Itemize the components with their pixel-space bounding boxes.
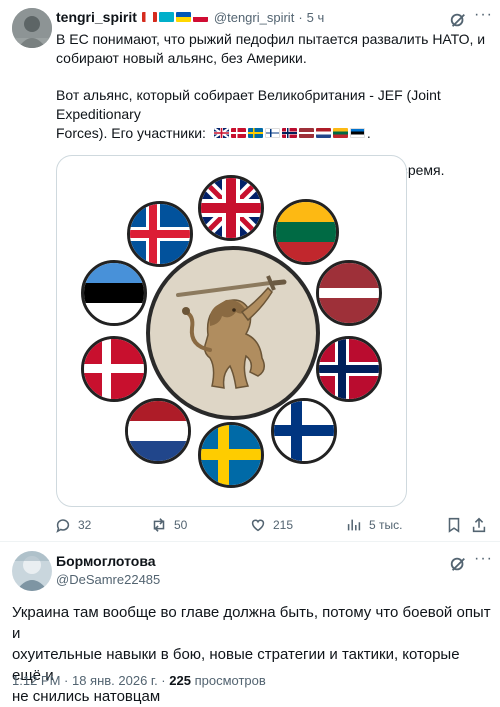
estonia-flag-icon	[349, 128, 365, 138]
lion-sword-icon	[176, 275, 287, 389]
uk-flag-circle	[198, 175, 264, 241]
retweet-button[interactable]: 50	[150, 516, 187, 534]
uk-flag-icon	[213, 128, 229, 138]
participant-flags	[213, 128, 367, 138]
iceland-flag-circle	[127, 201, 193, 267]
bookmark-button[interactable]	[445, 516, 463, 534]
separator-dot: ·	[298, 9, 303, 25]
netherlands-flag-circle	[125, 398, 191, 464]
tweet-text-line-2: собирают новый альянс, без Америки.	[56, 50, 307, 66]
reply-more-options-icon[interactable]: ···	[474, 550, 493, 568]
canada-flag-icon	[141, 12, 157, 22]
tweet-text-line-3: Вот альянс, который собирает Великобрита…	[56, 87, 441, 122]
lithuania-flag-icon	[332, 128, 348, 138]
author-name[interactable]: tengri_spirit	[56, 9, 137, 25]
share-icon	[472, 517, 486, 533]
tweet-image-card[interactable]	[56, 155, 407, 507]
norway-flag-icon	[281, 128, 297, 138]
flag-emojis	[141, 12, 210, 22]
reply-views-count: 225	[169, 673, 191, 688]
participants-label: Forces). Его участники:	[56, 125, 206, 141]
reply-author-name[interactable]: Бормоглотова	[56, 553, 156, 569]
finland-flag-circle	[271, 398, 337, 464]
reply-icon	[56, 519, 70, 533]
reply-count: 32	[78, 518, 92, 532]
views-count: 5 тыс.	[369, 518, 403, 532]
reply-timestamp[interactable]: 1:12 PM · 18 янв. 2026 г. ·	[12, 673, 169, 688]
kazakhstan-flag-icon	[158, 12, 174, 22]
retweet-count: 50	[174, 518, 188, 532]
denmark-flag-circle	[81, 336, 147, 402]
reply-views-label: просмотров	[190, 673, 266, 688]
retweet-icon	[153, 518, 165, 532]
reply-button[interactable]: 32	[54, 516, 91, 534]
finland-flag-icon	[264, 128, 280, 138]
estonia-flag-circle	[81, 260, 147, 326]
greenland-flag-icon	[192, 12, 208, 22]
reply-grok-icon[interactable]	[449, 555, 467, 578]
tweet-text-line-4: Forces). Его участники: .	[56, 124, 486, 143]
author-handle[interactable]: @tengri_spirit	[214, 10, 294, 25]
like-count: 215	[273, 518, 294, 532]
author-avatar[interactable]	[12, 8, 52, 48]
views-button[interactable]: 5 тыс.	[345, 516, 402, 534]
norway-flag-circle	[316, 336, 382, 402]
heart-icon	[251, 519, 265, 532]
netherlands-flag-icon	[315, 128, 331, 138]
tweet-time[interactable]: 5 ч	[307, 10, 325, 25]
reply-text-line-1: Украина там вообще во главе должна быть,…	[12, 604, 491, 642]
more-options-icon[interactable]: ···	[474, 6, 493, 24]
lithuania-flag-circle	[273, 199, 339, 265]
participants-end: .	[366, 125, 371, 141]
views-chart-icon	[347, 519, 361, 531]
ukraine-flag-icon	[175, 12, 191, 22]
jef-emblem	[146, 246, 320, 420]
reply-author-handle[interactable]: @DeSamre22485	[56, 572, 160, 587]
share-button[interactable]	[470, 516, 488, 534]
denmark-flag-icon	[230, 128, 246, 138]
sweden-flag-icon	[247, 128, 263, 138]
bookmark-icon	[448, 517, 460, 533]
reply-footer: 1:12 PM · 18 янв. 2026 г. · 225 просмотр…	[12, 673, 266, 688]
like-button[interactable]: 215	[249, 516, 293, 534]
tweet-text-line-1: В ЕС понимают, что рыжий педофил пытаетс…	[56, 31, 486, 47]
divider	[0, 541, 500, 542]
latvia-flag-icon	[298, 128, 314, 138]
reply-author-avatar[interactable]	[12, 551, 52, 591]
sweden-flag-circle	[198, 422, 264, 488]
latvia-flag-circle	[316, 260, 382, 326]
